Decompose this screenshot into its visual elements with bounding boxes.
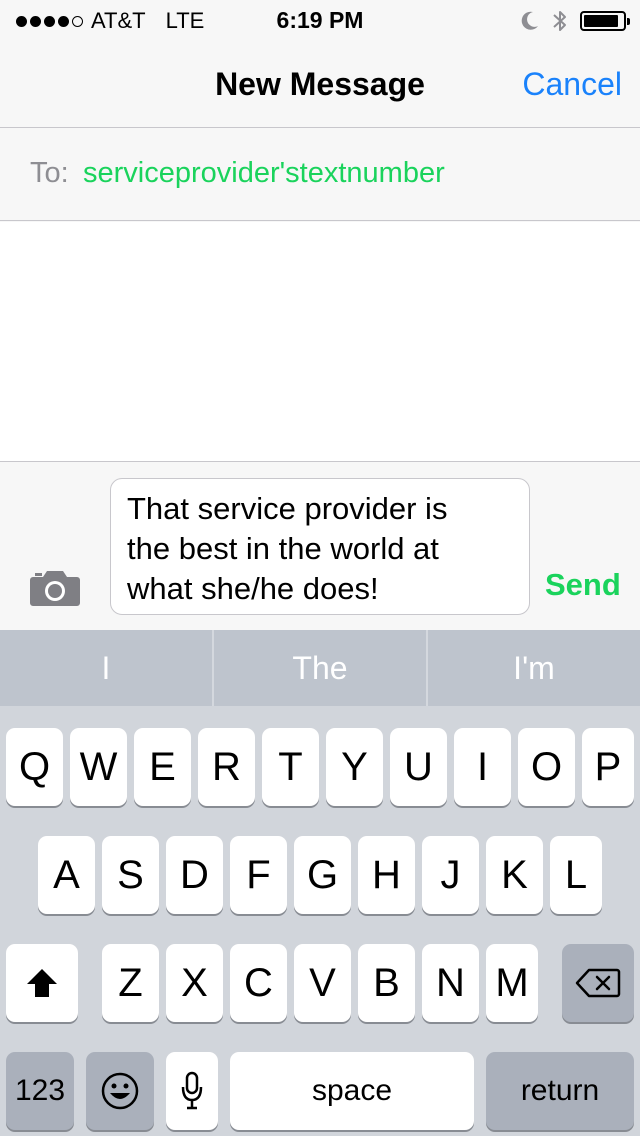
battery-tip bbox=[627, 18, 630, 25]
moon-icon bbox=[521, 11, 538, 30]
key-r[interactable]: R bbox=[198, 728, 255, 806]
keyboard: Q W E R T Y U I O P A S D F G H J K L Z … bbox=[0, 706, 640, 1136]
shift-key[interactable] bbox=[6, 944, 78, 1022]
key-b[interactable]: B bbox=[358, 944, 415, 1022]
recipient-value[interactable]: serviceprovider'stextnumber bbox=[83, 157, 445, 190]
key-c[interactable]: C bbox=[230, 944, 287, 1022]
microphone-icon bbox=[181, 1071, 203, 1110]
key-q[interactable]: Q bbox=[6, 728, 63, 806]
key-j[interactable]: J bbox=[422, 836, 479, 914]
bluetooth-icon bbox=[553, 11, 566, 31]
delete-key[interactable] bbox=[562, 944, 634, 1022]
send-button[interactable]: Send bbox=[545, 567, 621, 603]
delete-icon bbox=[575, 968, 621, 998]
emoji-icon bbox=[101, 1072, 139, 1110]
key-s[interactable]: S bbox=[102, 836, 159, 914]
key-d[interactable]: D bbox=[166, 836, 223, 914]
emoji-key[interactable] bbox=[86, 1052, 154, 1130]
key-m[interactable]: M bbox=[486, 944, 538, 1022]
prediction-item[interactable]: I'm bbox=[426, 630, 640, 706]
key-z[interactable]: Z bbox=[102, 944, 159, 1022]
return-key[interactable]: return bbox=[486, 1052, 634, 1130]
key-l[interactable]: L bbox=[550, 836, 602, 914]
battery-icon bbox=[580, 11, 630, 31]
message-line: the best in the world at bbox=[127, 531, 439, 566]
key-n[interactable]: N bbox=[422, 944, 479, 1022]
key-h[interactable]: H bbox=[358, 836, 415, 914]
conversation-area bbox=[0, 222, 640, 462]
compose-bar: That service provider is the best in the… bbox=[0, 463, 640, 630]
key-u[interactable]: U bbox=[390, 728, 447, 806]
message-line: That service provider is bbox=[127, 491, 448, 526]
recipient-field[interactable]: To: serviceprovider'stextnumber bbox=[0, 129, 640, 221]
message-input[interactable]: That service provider is the best in the… bbox=[110, 478, 530, 615]
key-t[interactable]: T bbox=[262, 728, 319, 806]
key-p[interactable]: P bbox=[582, 728, 634, 806]
key-k[interactable]: K bbox=[486, 836, 543, 914]
key-g[interactable]: G bbox=[294, 836, 351, 914]
to-label: To: bbox=[30, 157, 69, 189]
shift-icon bbox=[27, 969, 57, 997]
space-key[interactable]: space bbox=[230, 1052, 474, 1130]
battery-level bbox=[584, 15, 619, 27]
key-y[interactable]: Y bbox=[326, 728, 383, 806]
key-x[interactable]: X bbox=[166, 944, 223, 1022]
predictive-bar: I The I'm bbox=[0, 630, 640, 706]
key-w[interactable]: W bbox=[70, 728, 127, 806]
key-e[interactable]: E bbox=[134, 728, 191, 806]
key-v[interactable]: V bbox=[294, 944, 351, 1022]
key-a[interactable]: A bbox=[38, 836, 95, 914]
key-o[interactable]: O bbox=[518, 728, 575, 806]
cancel-button[interactable]: Cancel bbox=[522, 66, 622, 103]
key-i[interactable]: I bbox=[454, 728, 511, 806]
camera-icon[interactable] bbox=[29, 567, 81, 607]
key-f[interactable]: F bbox=[230, 836, 287, 914]
prediction-item[interactable]: The bbox=[212, 630, 426, 706]
prediction-item[interactable]: I bbox=[0, 630, 212, 706]
dictation-key[interactable] bbox=[166, 1052, 218, 1130]
status-right bbox=[520, 8, 630, 34]
numbers-key[interactable]: 123 bbox=[6, 1052, 74, 1130]
message-line: what she/he does! bbox=[127, 571, 379, 606]
navigation-bar: New Message Cancel bbox=[0, 40, 640, 128]
status-bar: AT&T LTE 6:19 PM bbox=[0, 0, 640, 40]
